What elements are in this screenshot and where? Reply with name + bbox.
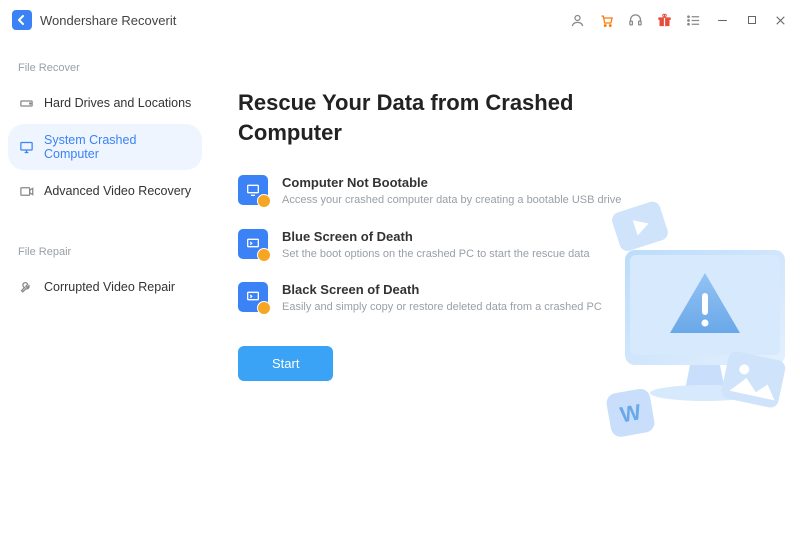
start-button[interactable]: Start [238,346,333,381]
sidebar-item-advanced-video[interactable]: Advanced Video Recovery [8,174,202,208]
maximize-icon[interactable] [744,13,759,28]
headset-icon[interactable] [628,13,643,28]
user-icon[interactable] [570,13,585,28]
video-icon [18,183,34,199]
close-icon[interactable] [773,13,788,28]
menu-list-icon[interactable] [686,13,701,28]
drive-icon [18,95,34,111]
titlebar: Wondershare Recoverit [0,0,800,40]
main-content: Rescue Your Data from Crashed Computer C… [210,40,800,548]
svg-text:W: W [618,399,643,427]
sidebar-item-corrupted-video[interactable]: Corrupted Video Repair [8,270,202,304]
wrench-icon [18,279,34,295]
feature-desc: Set the boot options on the crashed PC t… [282,247,590,262]
cart-icon[interactable] [599,13,614,28]
sidebar-item-hard-drives[interactable]: Hard Drives and Locations [8,86,202,120]
feature-not-bootable: Computer Not Bootable Access your crashe… [238,175,668,208]
monitor-terminal-icon [238,229,268,259]
sidebar-section-repair: File Repair [8,246,202,258]
feature-title: Computer Not Bootable [282,175,621,190]
feature-black-screen: Black Screen of Death Easily and simply … [238,282,668,315]
monitor-terminal-icon [238,282,268,312]
feature-blue-screen: Blue Screen of Death Set the boot option… [238,229,668,262]
sidebar-item-label: System Crashed Computer [44,133,192,161]
sidebar-item-system-crashed[interactable]: System Crashed Computer [8,124,202,170]
feature-desc: Access your crashed computer data by cre… [282,193,621,208]
app-logo-icon [12,10,32,30]
monitor-badge-icon [238,175,268,205]
feature-title: Blue Screen of Death [282,229,590,244]
page-title: Rescue Your Data from Crashed Computer [238,88,598,147]
feature-desc: Easily and simply copy or restore delete… [282,300,602,315]
sidebar-item-label: Corrupted Video Repair [44,280,175,294]
sidebar-section-recover: File Recover [8,62,202,74]
sidebar: File Recover Hard Drives and Locations S… [0,40,210,548]
feature-title: Black Screen of Death [282,282,602,297]
minimize-icon[interactable] [715,13,730,28]
sidebar-item-label: Hard Drives and Locations [44,96,191,110]
feature-list: Computer Not Bootable Access your crashe… [238,175,788,315]
monitor-icon [18,139,34,155]
titlebar-left: Wondershare Recoverit [12,10,176,30]
sidebar-item-label: Advanced Video Recovery [44,184,191,198]
titlebar-actions [570,13,788,28]
gift-icon[interactable] [657,13,672,28]
app-title: Wondershare Recoverit [40,13,176,28]
